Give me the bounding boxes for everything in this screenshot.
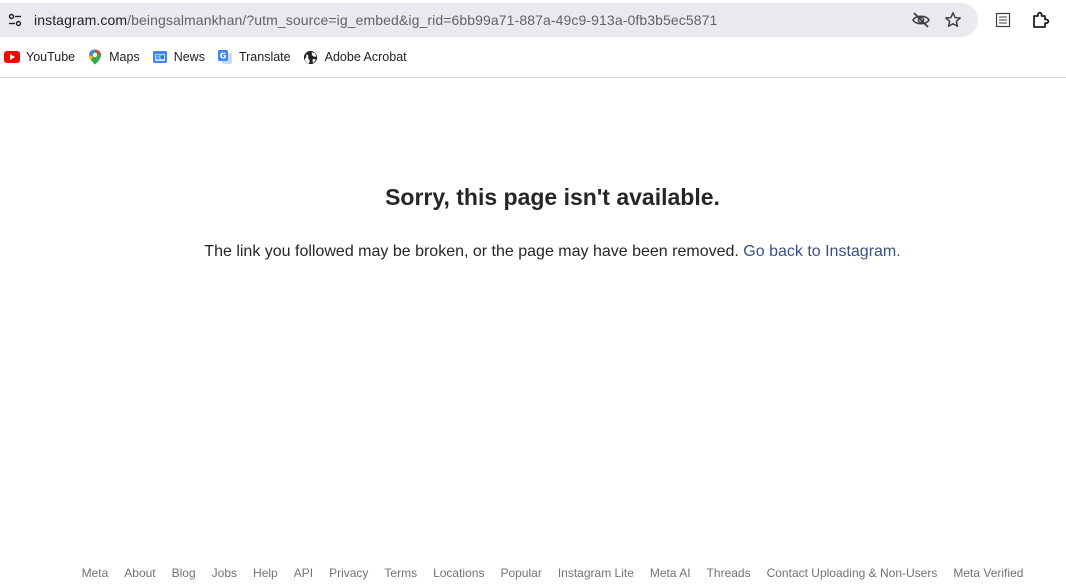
footer-link-instagram-lite[interactable]: Instagram Lite bbox=[558, 566, 634, 580]
url-host: instagram.com bbox=[34, 12, 128, 28]
bookmark-youtube[interactable]: YouTube bbox=[0, 45, 83, 69]
youtube-icon bbox=[4, 49, 20, 65]
bookmark-label: Adobe Acrobat bbox=[324, 50, 407, 64]
footer-link-meta-verified[interactable]: Meta Verified bbox=[953, 566, 1023, 580]
svg-text:G: G bbox=[220, 52, 227, 61]
tracking-protection-button[interactable] bbox=[906, 5, 936, 35]
maps-icon bbox=[87, 49, 103, 65]
bookmark-label: News bbox=[173, 50, 205, 64]
footer-link-meta[interactable]: Meta bbox=[82, 566, 109, 580]
bookmark-label: Translate bbox=[238, 50, 291, 64]
footer-link-api[interactable]: API bbox=[294, 566, 313, 580]
bookmark-label: YouTube bbox=[26, 50, 76, 64]
bookmark-star-button[interactable] bbox=[938, 5, 968, 35]
url-text[interactable]: instagram.com/beingsalmankhan/?utm_sourc… bbox=[34, 12, 906, 28]
error-message: The link you followed may be broken, or … bbox=[0, 243, 1066, 261]
url-path: /beingsalmankhan/?utm_source=ig_embed&ig… bbox=[127, 12, 718, 28]
globe-icon bbox=[303, 49, 319, 65]
footer-link-help[interactable]: Help bbox=[253, 566, 278, 580]
footer-links: Meta About Blog Jobs Help API Privacy Te… bbox=[0, 564, 1066, 582]
footer-link-blog[interactable]: Blog bbox=[172, 566, 196, 580]
site-info-button[interactable] bbox=[0, 3, 30, 37]
extensions-button[interactable] bbox=[1025, 5, 1055, 35]
page-content bbox=[0, 78, 1066, 585]
browser-chrome: instagram.com/beingsalmankhan/?utm_sourc… bbox=[0, 0, 1066, 78]
bookmark-adobe-acrobat[interactable]: Adobe Acrobat bbox=[299, 45, 415, 69]
address-bar[interactable]: instagram.com/beingsalmankhan/?utm_sourc… bbox=[0, 3, 978, 37]
star-icon bbox=[945, 12, 961, 28]
footer-link-popular[interactable]: Popular bbox=[500, 566, 541, 580]
footer-link-threads[interactable]: Threads bbox=[707, 566, 751, 580]
reading-mode-button[interactable] bbox=[988, 5, 1018, 35]
footer-link-locations[interactable]: Locations bbox=[433, 566, 484, 580]
translate-icon: G bbox=[217, 49, 233, 65]
eye-off-icon bbox=[912, 12, 930, 28]
error-title: Sorry, this page isn't available. bbox=[385, 184, 720, 210]
footer-link-privacy[interactable]: Privacy bbox=[329, 566, 368, 580]
go-back-link[interactable]: Go back to Instagram. bbox=[743, 243, 900, 260]
reading-mode-icon bbox=[995, 12, 1011, 28]
news-icon bbox=[152, 49, 168, 65]
bookmark-maps[interactable]: Maps bbox=[83, 45, 148, 69]
error-description: The link you followed may be broken, or … bbox=[204, 243, 739, 260]
bookmarks-bar: YouTube Maps News G Translate Adobe Acro… bbox=[0, 45, 415, 69]
footer-link-terms[interactable]: Terms bbox=[384, 566, 417, 580]
footer-link-about[interactable]: About bbox=[124, 566, 155, 580]
puzzle-icon bbox=[1033, 11, 1050, 28]
bookmark-label: Maps bbox=[109, 50, 140, 64]
tune-icon bbox=[8, 13, 22, 27]
footer-link-contact-uploading[interactable]: Contact Uploading & Non-Users bbox=[767, 566, 938, 580]
bookmark-translate[interactable]: G Translate bbox=[213, 45, 299, 69]
footer-link-meta-ai[interactable]: Meta AI bbox=[650, 566, 691, 580]
footer-link-jobs[interactable]: Jobs bbox=[212, 566, 237, 580]
bookmark-news[interactable]: News bbox=[148, 45, 213, 69]
